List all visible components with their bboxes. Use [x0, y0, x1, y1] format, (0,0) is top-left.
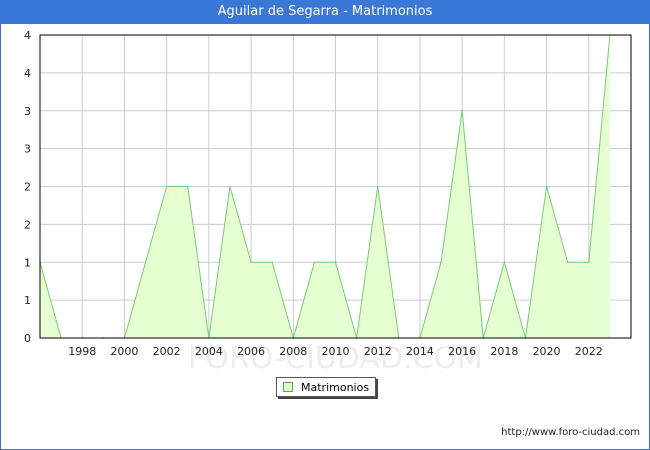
data-point	[587, 261, 590, 264]
x-tick-label: 2008	[279, 345, 307, 358]
x-tick-label: 2004	[195, 345, 223, 358]
legend: Matrimonios	[276, 377, 376, 397]
y-tick-label: 3	[24, 143, 31, 156]
data-point	[440, 261, 442, 264]
y-tick-label: 3	[24, 105, 31, 118]
data-point	[165, 185, 168, 188]
data-point	[334, 261, 337, 264]
x-tick-label: 2012	[364, 345, 392, 358]
y-tick-label: 4	[24, 29, 31, 42]
data-point	[144, 261, 147, 264]
x-tick-label: 2006	[237, 345, 265, 358]
data-point	[376, 185, 379, 188]
y-tick-label: 4	[24, 67, 31, 80]
data-point	[229, 185, 231, 188]
x-tick-label: 2002	[153, 345, 181, 358]
y-tick-label: 2	[24, 218, 31, 231]
data-point	[566, 261, 569, 264]
data-point	[186, 185, 189, 188]
data-point	[503, 261, 506, 264]
data-point	[545, 185, 548, 188]
x-tick-label: 2016	[448, 345, 476, 358]
data-point	[461, 109, 463, 112]
x-tick-label: 2014	[406, 345, 434, 358]
legend-swatch	[283, 382, 293, 392]
x-tick-label: 2018	[490, 345, 518, 358]
x-tick-label: 2000	[110, 345, 138, 358]
y-tick-label: 0	[24, 332, 31, 345]
data-point	[271, 261, 273, 264]
data-point	[250, 261, 252, 264]
y-tick-label: 1	[24, 294, 31, 307]
source-url[interactable]: http://www.foro-ciudad.com	[501, 427, 640, 438]
data-point	[313, 261, 316, 264]
legend-label: Matrimonios	[301, 380, 370, 394]
x-tick-label: 2020	[533, 345, 561, 358]
x-tick-label: 1998	[68, 345, 96, 358]
y-tick-label: 1	[24, 256, 31, 269]
x-tick-label: 2010	[322, 345, 350, 358]
x-tick-label: 2022	[575, 345, 603, 358]
y-tick-label: 2	[24, 181, 31, 194]
